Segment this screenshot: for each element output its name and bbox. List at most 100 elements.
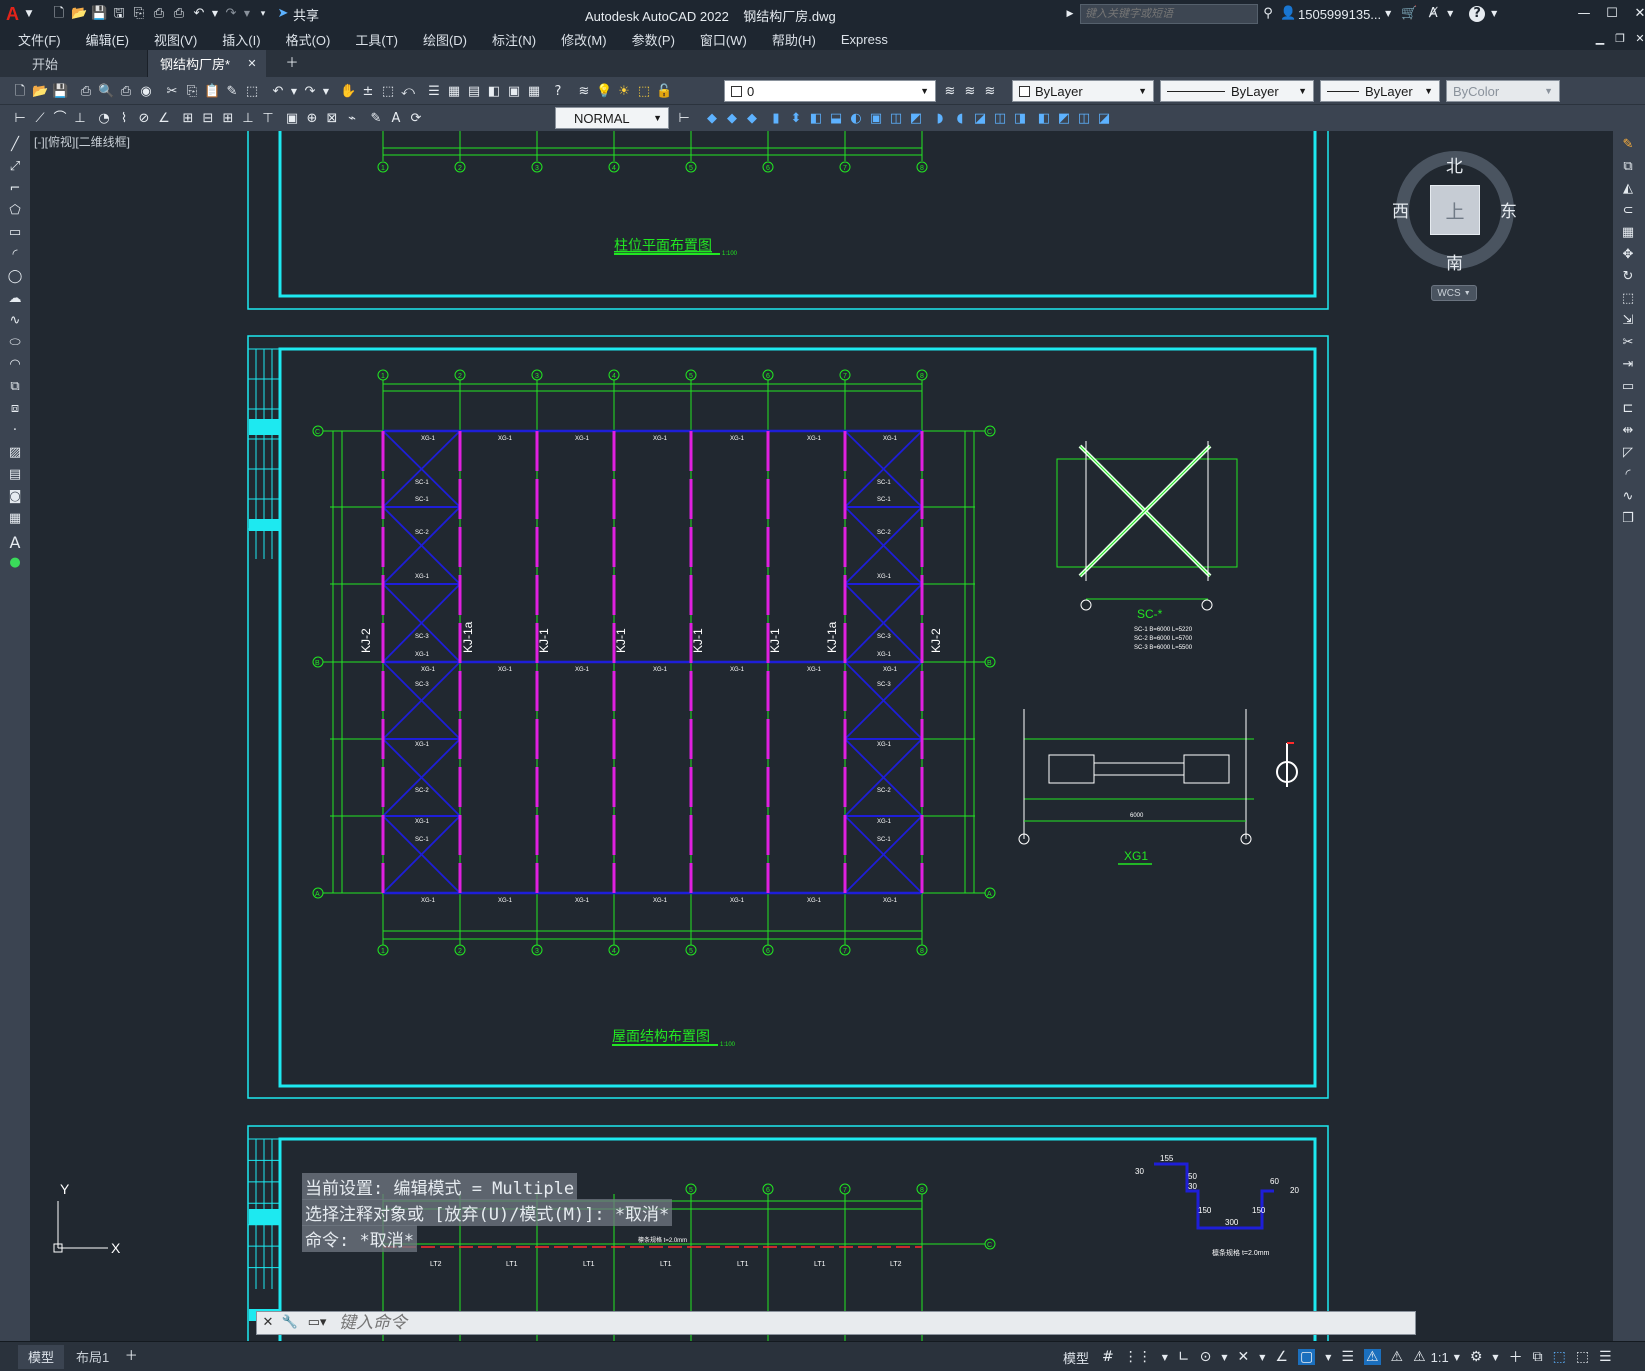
snap-icon[interactable]: ⋮⋮ bbox=[1124, 1349, 1152, 1365]
maximize-icon[interactable]: ☐ bbox=[1600, 6, 1624, 22]
polar-icon[interactable]: ⊙ bbox=[1200, 1349, 1212, 1365]
minimize-icon[interactable]: — bbox=[1572, 6, 1596, 22]
tb-publish-icon[interactable]: ⎙ bbox=[118, 84, 134, 100]
table-tool-icon[interactable]: ▦ bbox=[4, 511, 26, 531]
viewcube-face[interactable]: 上 bbox=[1430, 185, 1480, 235]
array-tool-icon[interactable]: ▦ bbox=[1617, 225, 1639, 245]
tb-check-icon[interactable]: ◫ bbox=[888, 111, 904, 127]
doc-minimize-icon[interactable]: ▁ bbox=[1592, 31, 1608, 47]
break-tool-icon[interactable]: ⊏ bbox=[1617, 401, 1639, 421]
add-layout-icon[interactable]: ＋ bbox=[123, 1349, 139, 1365]
print-icon[interactable]: ⎙ bbox=[171, 6, 187, 22]
tb-dimaligned-icon[interactable]: ⟋ bbox=[32, 111, 48, 127]
tb-inspection-icon[interactable]: ⊠ bbox=[324, 111, 340, 127]
insert-block-tool-icon[interactable]: ⧉ bbox=[4, 379, 26, 399]
tb-dimtedit-icon[interactable]: A bbox=[388, 111, 404, 127]
tb-matchprop-icon[interactable]: ✎ bbox=[224, 84, 240, 100]
user-icon[interactable]: 👤 bbox=[1280, 6, 1296, 22]
tab-start[interactable]: 开始 bbox=[20, 50, 148, 77]
wcs-menu[interactable]: WCS ▼ bbox=[1431, 285, 1477, 301]
line-tool-icon[interactable]: ╱ bbox=[4, 137, 26, 157]
tb-zoom-previous-icon[interactable]: ⤺ bbox=[400, 84, 416, 100]
xline-tool-icon[interactable]: ⤢ bbox=[4, 159, 26, 179]
quick-props-icon[interactable]: ⬚ bbox=[1553, 1349, 1566, 1365]
tb-union-icon[interactable]: ◆ bbox=[704, 111, 720, 127]
tb-slice-icon[interactable]: ◧ bbox=[808, 111, 824, 127]
command-recent-icon[interactable]: ▭▾ bbox=[303, 1315, 331, 1331]
tb-offset-face-icon[interactable]: ◫ bbox=[992, 111, 1008, 127]
tb-properties-icon[interactable]: ☰ bbox=[426, 84, 442, 100]
menu-item[interactable]: 视图(V) bbox=[154, 30, 197, 49]
auto-scale-icon[interactable]: ⚠ bbox=[1391, 1349, 1404, 1365]
tb-zoom-window-icon[interactable]: ⬚ bbox=[380, 84, 396, 100]
tb-dimbaseline-icon[interactable]: ⊟ bbox=[200, 111, 216, 127]
tb-chamfer-edge-icon[interactable]: ◖ bbox=[952, 111, 968, 127]
chamfer-tool-icon[interactable]: ◸ bbox=[1617, 445, 1639, 465]
menu-item[interactable]: Express bbox=[841, 32, 888, 47]
user-dropdown-icon[interactable]: ▼ bbox=[1383, 6, 1393, 22]
autodesk-a360-icon[interactable]: Ⱥ bbox=[1425, 6, 1441, 22]
save-as-icon[interactable]: 🖫 bbox=[111, 6, 127, 22]
share-label[interactable]: 共享 bbox=[293, 5, 319, 24]
linetype-dropdown[interactable]: ByLayer ▼ bbox=[1160, 80, 1314, 102]
tb-copy-face-icon[interactable]: ◧ bbox=[1036, 111, 1052, 127]
color-dropdown[interactable]: ByLayer ▼ bbox=[1012, 80, 1154, 102]
tb-clean-icon[interactable]: ◩ bbox=[908, 111, 924, 127]
customize-qat-icon[interactable]: ▾ bbox=[255, 6, 271, 22]
tb-designcenter-icon[interactable]: ▦ bbox=[446, 84, 462, 100]
close-icon[interactable]: ✕ bbox=[1628, 6, 1645, 22]
customize-status-icon[interactable]: ☰ bbox=[1599, 1349, 1612, 1365]
tb-dimupdate-icon[interactable]: ⟳ bbox=[408, 111, 424, 127]
menu-item[interactable]: 工具(T) bbox=[355, 30, 398, 49]
mirror-tool-icon[interactable]: ◭ bbox=[1617, 181, 1639, 201]
ellipse-tool-icon[interactable]: ⬭ bbox=[4, 335, 26, 355]
annotation-scale-icon[interactable]: ⚠ bbox=[1413, 1349, 1426, 1365]
tb-dimordinate-icon[interactable]: ⊥ bbox=[72, 111, 88, 127]
menu-item[interactable]: 绘图(D) bbox=[423, 30, 467, 49]
tb-imprint-icon[interactable]: ⬓ bbox=[828, 111, 844, 127]
trim-tool-icon[interactable]: ✂ bbox=[1617, 335, 1639, 355]
tb-markup-icon[interactable]: ▣ bbox=[506, 84, 522, 100]
osnap-icon[interactable]: ▢ bbox=[1297, 1349, 1316, 1365]
rotate-tool-icon[interactable]: ↻ bbox=[1617, 269, 1639, 289]
fillet-tool-icon[interactable]: ◜ bbox=[1617, 467, 1639, 487]
ellipse-arc-tool-icon[interactable]: ◠ bbox=[4, 357, 26, 377]
tb-extrude-icon[interactable]: ▮ bbox=[768, 111, 784, 127]
search-icon[interactable]: ⚲ bbox=[1260, 6, 1276, 22]
point-tool-icon[interactable]: · bbox=[4, 423, 26, 443]
tb-separate-icon[interactable]: ◐ bbox=[848, 111, 864, 127]
tb-open-icon[interactable]: 📂 bbox=[32, 84, 48, 100]
command-close-icon[interactable]: ✕ bbox=[259, 1315, 277, 1331]
undo-dropdown-icon[interactable]: ▼ bbox=[211, 6, 219, 22]
move-tool-icon[interactable]: ✥ bbox=[1617, 247, 1639, 267]
redo-icon[interactable]: ↷ bbox=[223, 6, 239, 22]
tb-shell-icon[interactable]: ▣ bbox=[868, 111, 884, 127]
menu-item[interactable]: 参数(P) bbox=[632, 30, 675, 49]
share-icon[interactable]: ➤ bbox=[275, 6, 291, 22]
annotation-scale-value[interactable]: 1:1 bbox=[1431, 1350, 1449, 1365]
app-logo[interactable]: A bbox=[6, 4, 19, 25]
polyline-tool-icon[interactable]: ⌐ bbox=[4, 181, 26, 201]
mtext-tool-icon[interactable]: A bbox=[4, 533, 26, 553]
doc-restore-icon[interactable]: ❐ bbox=[1612, 31, 1628, 47]
tb-new-icon[interactable]: 🗋 bbox=[12, 84, 28, 100]
offset-tool-icon[interactable]: ⊂ bbox=[1617, 203, 1639, 223]
rectangle-tool-icon[interactable]: ▭ bbox=[4, 225, 26, 245]
break-point-tool-icon[interactable]: ▭ bbox=[1617, 379, 1639, 399]
erase-tool-icon[interactable]: ✎ bbox=[1617, 137, 1639, 157]
tb-fillet-edge-icon[interactable]: ◗ bbox=[932, 111, 948, 127]
menu-item[interactable]: 编辑(E) bbox=[86, 30, 129, 49]
open-file-icon[interactable]: 📂 bbox=[71, 6, 87, 22]
tb-delete-face-icon[interactable]: ◪ bbox=[1096, 111, 1112, 127]
tb-layer-props-icon[interactable]: ≋ bbox=[576, 84, 592, 100]
arc-tool-icon[interactable]: ◜ bbox=[4, 247, 26, 267]
tb-layer-thaw-icon[interactable]: ☀ bbox=[616, 84, 632, 100]
menu-item[interactable]: 窗口(W) bbox=[700, 30, 747, 49]
gradient-tool-icon[interactable]: ▤ bbox=[4, 467, 26, 487]
tb-paste-icon[interactable]: 📋 bbox=[204, 84, 220, 100]
extend-tool-icon[interactable]: ⇥ bbox=[1617, 357, 1639, 377]
viewcube-south[interactable]: 南 bbox=[1446, 249, 1463, 274]
tb-3dprint-icon[interactable]: ◉ bbox=[138, 84, 154, 100]
user-name[interactable]: 1505999135... bbox=[1298, 7, 1381, 22]
tb-dimdiameter-icon[interactable]: ⊘ bbox=[136, 111, 152, 127]
